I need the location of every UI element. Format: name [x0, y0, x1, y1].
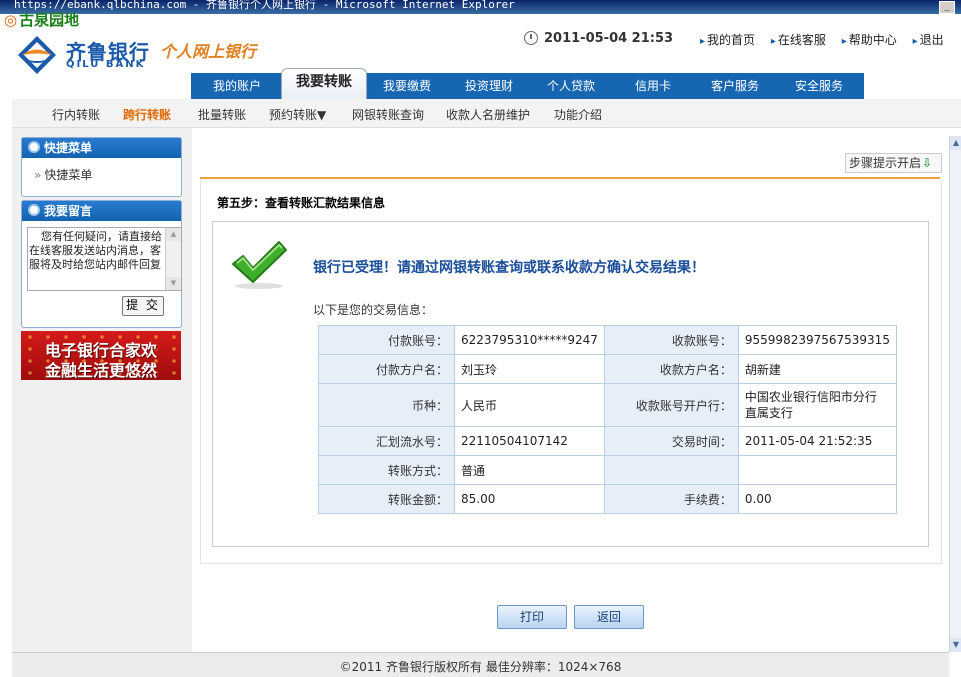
label-amount: 转账金额：	[318, 484, 455, 514]
value-payer-name: 刘玉玲	[454, 354, 605, 384]
table-row: 付款账号： 6223795310*****9247 收款账号： 95599823…	[318, 325, 897, 355]
quick-menu-link[interactable]: 快捷菜单	[34, 166, 92, 183]
label-transfer-mode: 转账方式：	[318, 455, 455, 485]
swirl-icon: ◎	[4, 11, 18, 29]
empty-cell	[737, 455, 897, 485]
scroll-down-icon[interactable]: ▼	[166, 277, 181, 290]
link-online-service[interactable]: 在线客服	[771, 33, 826, 47]
table-row: 汇划流水号： 22110504107142 交易时间： 2011-05-04 2…	[318, 426, 897, 456]
bank-name-en: QILU BANK	[66, 59, 146, 70]
qilu-logo-icon	[18, 36, 56, 74]
value-payee-name: 胡新建	[737, 354, 897, 384]
bullet-icon	[28, 204, 40, 216]
top-links: 我的首页 在线客服 帮助中心 退出	[700, 31, 956, 48]
checkmark-icon	[232, 241, 287, 289]
arrow-down-icon: ⇩	[922, 156, 933, 170]
value-transfer-mode: 普通	[454, 455, 605, 485]
current-datetime: 2011-05-04 21:53	[544, 31, 674, 46]
page-scrollbar[interactable]: ▲ ▼	[949, 136, 961, 652]
steps-toggle-button[interactable]: 步骤提示开启⇩	[845, 153, 942, 173]
label-trade-time: 交易时间：	[603, 426, 739, 456]
back-button[interactable]: 返回	[574, 605, 644, 629]
table-row: 币种： 人民币 收款账号开户行： 中国农业银行信阳市分行 直属支行	[318, 383, 897, 427]
bullet-icon	[28, 141, 40, 153]
nav-payment[interactable]: 我要缴费	[371, 73, 443, 99]
quick-menu-panel: 快捷菜单 快捷菜单	[21, 137, 182, 197]
nav-investment[interactable]: 投资理财	[453, 73, 525, 99]
value-payee-bank: 中国农业银行信阳市分行 直属支行	[737, 383, 897, 427]
nav-personal-loan[interactable]: 个人贷款	[535, 73, 607, 99]
value-serial-no: 22110504107142	[454, 426, 605, 456]
scroll-down-icon[interactable]: ▼	[950, 638, 961, 652]
quick-menu-title: 快捷菜单	[44, 141, 93, 155]
nav-transfer[interactable]: 我要转账	[281, 68, 367, 100]
subnav-scheduled[interactable]: 预约转账▼	[269, 106, 326, 123]
footer: ©2011 齐鲁银行版权所有 最佳分辨率：1024×768	[12, 652, 949, 677]
table-row: 转账方式： 普通	[318, 455, 897, 485]
subnav-intro[interactable]: 功能介绍	[554, 106, 602, 123]
step-title: 第五步：查看转账汇款结果信息	[217, 196, 386, 210]
subnav-inter-bank[interactable]: 跨行转账	[123, 106, 171, 123]
label-payee-name: 收款方户名：	[603, 354, 739, 384]
submit-button[interactable]: 提 交	[122, 296, 164, 316]
main-nav: 我的账户 我要转账 我要缴费 投资理财 个人贷款 信用卡 客户服务 安全服务	[191, 68, 864, 100]
link-home[interactable]: 我的首页	[700, 33, 755, 47]
label-serial-no: 汇划流水号：	[318, 426, 455, 456]
promo-banner[interactable]: 电子银行合家欢 金融生活更悠然	[21, 331, 181, 380]
browser-title-bar: https://ebank.qlbchina.com - 齐鲁银行个人网上银行 …	[0, 0, 961, 14]
nav-customer-service[interactable]: 客户服务	[699, 73, 771, 99]
label-currency: 币种：	[318, 383, 455, 427]
info-title: 以下是您的交易信息：	[313, 303, 434, 317]
subnav-intra-bank[interactable]: 行内转账	[52, 106, 100, 123]
print-button[interactable]: 打印	[497, 605, 567, 629]
window-title: https://ebank.qlbchina.com - 齐鲁银行个人网上银行 …	[14, 0, 515, 11]
value-payee-account: 9559982397567539315	[737, 325, 897, 355]
label-payer-account: 付款账号：	[318, 325, 455, 355]
bank-tagline: 个人网上银行	[160, 42, 257, 61]
message-panel: 我要留言 您有任何疑问，请直接给在线客服发送站内消息，客服将及时给您站内邮件回复…	[21, 200, 182, 328]
banner-line2: 金融生活更悠然	[44, 361, 157, 380]
copyright-text: ©2011 齐鲁银行版权所有 最佳分辨率：1024×768	[339, 660, 622, 674]
minimize-icon[interactable]: _	[939, 1, 955, 14]
label-payee-bank: 收款账号开户行：	[603, 383, 739, 427]
link-logout[interactable]: 退出	[913, 33, 944, 47]
table-row: 付款方户名： 刘玉玲 收款方户名： 胡新建	[318, 354, 897, 384]
transaction-table: 付款账号： 6223795310*****9247 收款账号： 95599823…	[318, 325, 897, 514]
message-text: 您有任何疑问，请直接给在线客服发送站内消息，客服将及时给您站内邮件回复	[29, 230, 162, 271]
clock-icon	[524, 31, 538, 45]
link-help-center[interactable]: 帮助中心	[842, 33, 897, 47]
value-fee: 0.00	[737, 484, 897, 514]
value-amount: 85.00	[454, 484, 605, 514]
nav-security[interactable]: 安全服务	[781, 73, 857, 99]
message-scrollbar[interactable]: ▲ ▼	[165, 228, 181, 290]
label-payer-name: 付款方户名：	[318, 354, 455, 384]
subnav-batch[interactable]: 批量转账	[198, 106, 246, 123]
message-title: 我要留言	[44, 204, 93, 218]
scroll-up-icon[interactable]: ▲	[950, 136, 961, 150]
scroll-up-icon[interactable]: ▲	[166, 228, 181, 241]
watermark: ◎ 古泉园地	[4, 11, 80, 29]
empty-cell	[603, 455, 739, 485]
label-fee: 手续费：	[603, 484, 739, 514]
nav-credit-card[interactable]: 信用卡	[617, 73, 689, 99]
value-trade-time: 2011-05-04 21:52:35	[737, 426, 897, 456]
subnav-payee-list[interactable]: 收款人名册维护	[446, 106, 530, 123]
subnav-transfer-query[interactable]: 网银转账查询	[352, 106, 424, 123]
message-textarea[interactable]: 您有任何疑问，请直接给在线客服发送站内消息，客服将及时给您站内邮件回复 ▲ ▼	[27, 227, 182, 291]
nav-my-account[interactable]: 我的账户	[199, 73, 275, 99]
value-currency: 人民币	[454, 383, 605, 427]
value-payer-account: 6223795310*****9247	[454, 325, 605, 355]
table-row: 转账金额： 85.00 手续费： 0.00	[318, 484, 897, 514]
success-message: 银行已受理！请通过网银转账查询或联系收款方确认交易结果！	[313, 260, 705, 276]
label-payee-account: 收款账号：	[603, 325, 739, 355]
